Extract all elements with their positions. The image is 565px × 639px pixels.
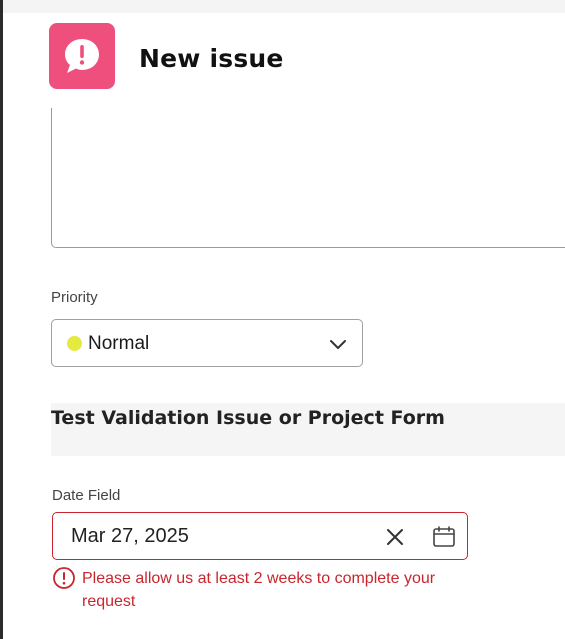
top-band: [3, 0, 565, 13]
date-field-input[interactable]: Mar 27, 2025: [52, 512, 468, 560]
description-textarea[interactable]: [51, 108, 565, 248]
priority-value: Normal: [88, 333, 150, 354]
speech-bubble-exclamation-icon: [49, 23, 115, 89]
date-field-error-message: Please allow us at least 2 weeks to comp…: [82, 570, 436, 610]
close-icon[interactable]: [383, 525, 407, 549]
priority-label: Priority: [51, 289, 98, 306]
date-field-value: Mar 27, 2025: [71, 525, 189, 547]
new-issue-page: New issue Priority Normal Test Validatio…: [0, 0, 565, 639]
chevron-down-icon: [328, 334, 348, 354]
form-section-header: Test Validation Issue or Project Form: [51, 403, 565, 456]
window-left-edge: [0, 0, 3, 639]
priority-status-dot: [67, 336, 82, 351]
date-field-label: Date Field: [52, 487, 121, 504]
page-title: New issue: [139, 44, 284, 73]
calendar-icon[interactable]: [431, 525, 457, 549]
priority-dropdown[interactable]: Normal: [51, 319, 363, 367]
error-alert-icon: [52, 566, 76, 590]
section-title: Test Validation Issue or Project Form: [51, 407, 445, 429]
